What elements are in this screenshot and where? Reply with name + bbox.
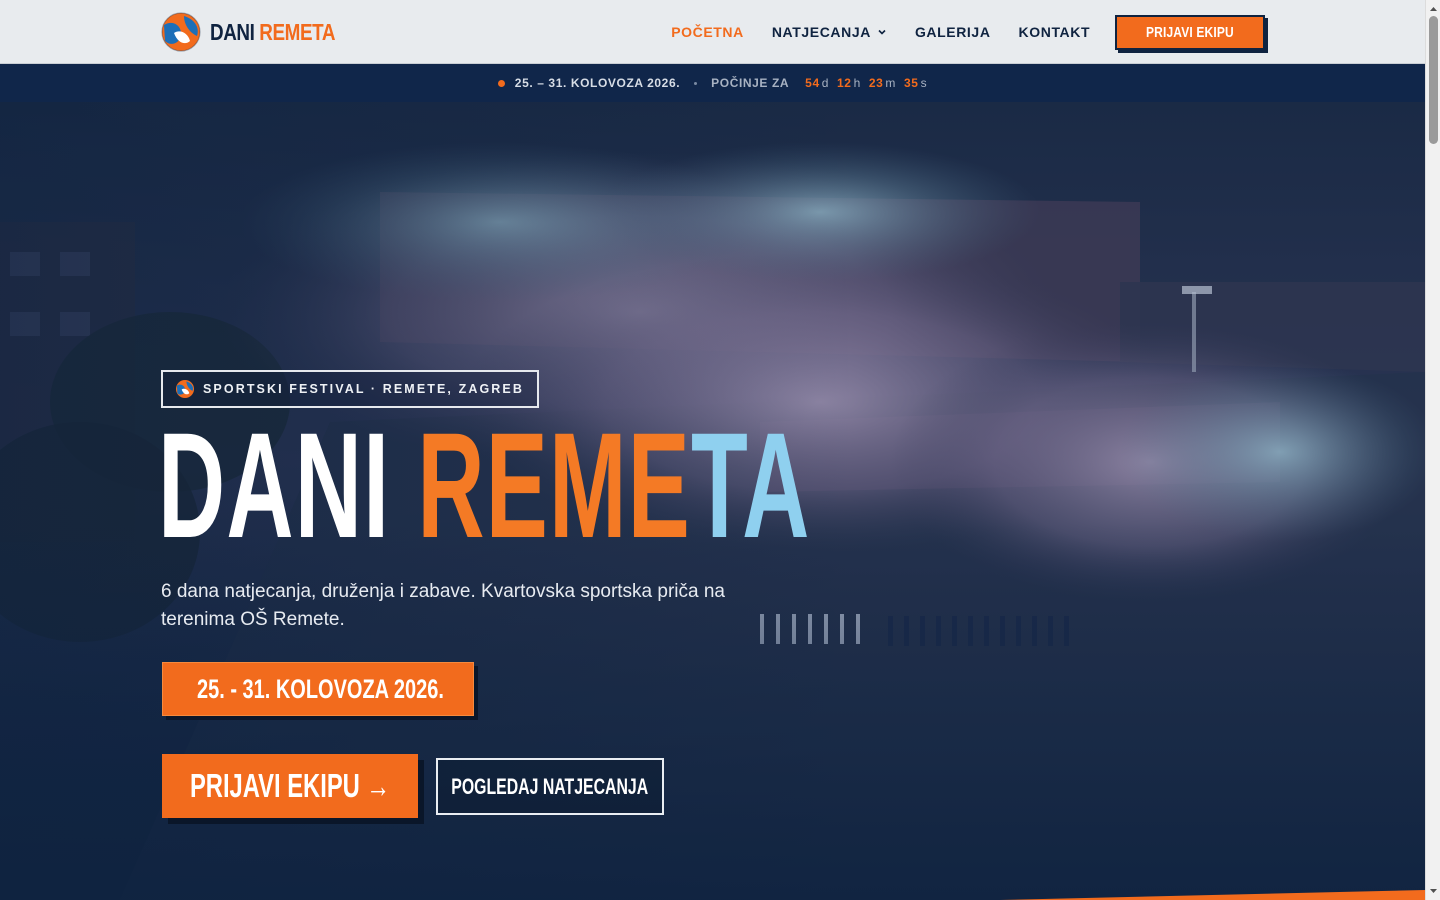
hero-title-part-1: DANI <box>158 401 418 569</box>
logo-wordmark: DANI REMETA <box>210 19 335 46</box>
countdown-days-unit: d <box>821 76 830 90</box>
hero-title: DANI REMETA <box>158 410 811 560</box>
hero-date-text: 25. - 31. KOLOVOZA 2026. <box>197 673 444 704</box>
nav-item-natjecanja[interactable]: NATJECANJA <box>772 24 887 40</box>
page-scrollbar[interactable] <box>1425 0 1440 900</box>
countdown-minutes: 23 <box>868 76 884 90</box>
ball-logo-icon <box>175 379 195 399</box>
separator-dot <box>694 81 698 85</box>
logo-word-2: REMETA <box>259 18 336 45</box>
site-logo[interactable]: DANI REMETA <box>160 10 363 54</box>
register-team-button[interactable]: PRIJAVI EKIPU → <box>162 754 418 818</box>
countdown-hours: 12 <box>837 76 852 90</box>
view-competitions-label: POGLEDAJ NATJECANJA <box>451 773 649 799</box>
countdown-seconds: 35 <box>904 76 919 90</box>
nav-item-natjecanja-label: NATJECANJA <box>771 24 871 40</box>
logo-word-1: DANI <box>210 18 255 45</box>
hero-title-part-2: REME <box>417 401 692 569</box>
countdown-minutes-unit: m <box>885 76 897 90</box>
hero-badge-text: SPORTSKI FESTIVAL · REMETE, ZAGREB <box>203 382 524 396</box>
hero-date-box: 25. - 31. KOLOVOZA 2026. <box>162 662 474 716</box>
view-competitions-button[interactable]: POGLEDAJ NATJECANJA <box>436 758 664 815</box>
scrollbar-thumb[interactable] <box>1429 16 1438 144</box>
event-dates: 25. – 31. KOLOVOZA 2026. <box>514 76 681 90</box>
countdown-hours-unit: h <box>853 76 861 90</box>
nav-item-kontakt[interactable]: KONTAKT <box>1019 24 1091 40</box>
register-team-label: PRIJAVI EKIPU → <box>189 767 391 804</box>
starts-label: POČINJE ZA <box>711 76 790 90</box>
countdown-days: 54 <box>805 76 820 90</box>
orange-accent-divider <box>1000 890 1425 900</box>
scroll-down-arrow-icon[interactable] <box>1429 885 1438 897</box>
hero-title-part-3: TA <box>691 401 811 569</box>
main-nav: POČETNA NATJECANJA GALERIJA KONTAKT PRIJ… <box>643 0 1265 64</box>
nav-item-pocetna[interactable]: POČETNA <box>671 24 744 40</box>
hero-section: SPORTSKI FESTIVAL · REMETE, ZAGREB DANI … <box>0 102 1425 900</box>
scroll-up-arrow-icon[interactable] <box>1429 3 1438 15</box>
site-header: DANI REMETA POČETNA NATJECANJA GALERIJA … <box>0 0 1425 64</box>
status-dot-icon <box>497 79 505 87</box>
nav-item-galerija[interactable]: GALERIJA <box>915 24 991 40</box>
countdown-seconds-unit: s <box>920 76 928 90</box>
chevron-down-icon <box>878 29 886 35</box>
header-register-label: PRIJAVI EKIPU <box>1146 23 1235 41</box>
header-register-button[interactable]: PRIJAVI EKIPU <box>1115 14 1265 50</box>
hero-subtitle: 6 dana natjecanja, druženja i zabave. Kv… <box>161 581 725 630</box>
ball-logo-icon <box>161 12 201 52</box>
countdown-strip: 25. – 31. KOLOVOZA 2026. POČINJE ZA 54 d … <box>0 64 1425 102</box>
